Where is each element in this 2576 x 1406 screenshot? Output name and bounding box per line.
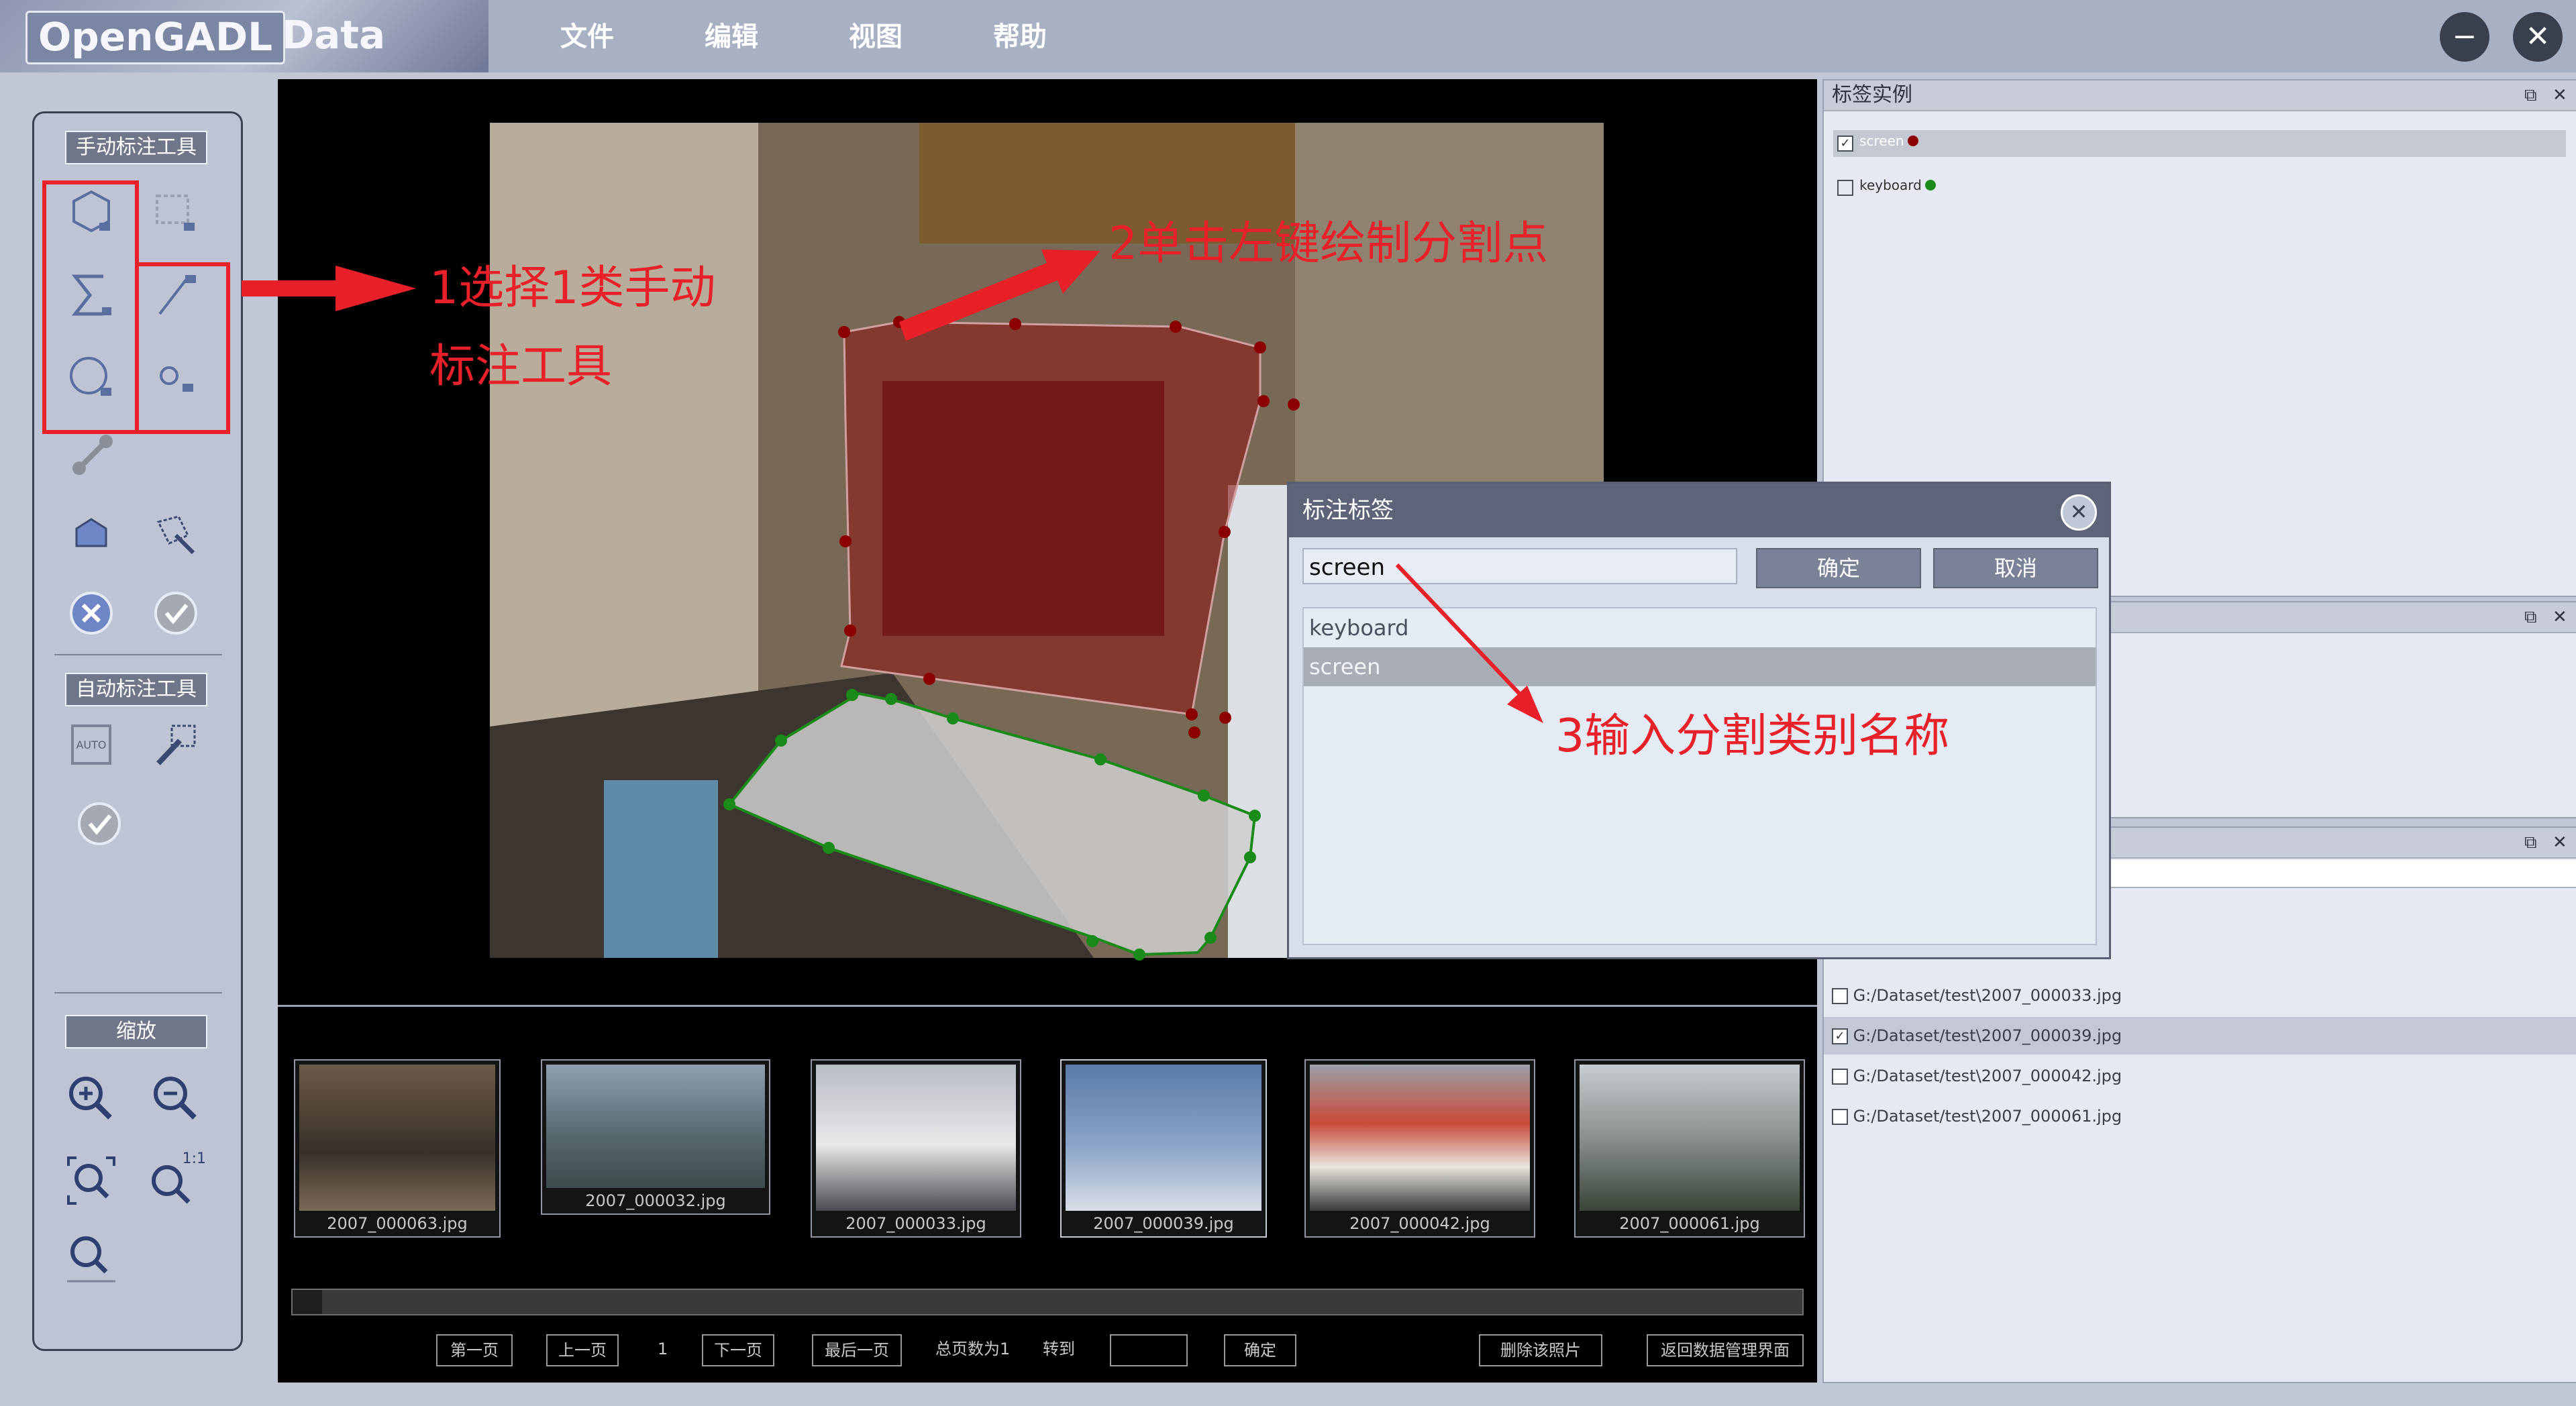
dialog-arrow-overlay bbox=[1395, 563, 1543, 723]
step3-annotation: 3输入分割类别名称 bbox=[1555, 710, 1950, 763]
